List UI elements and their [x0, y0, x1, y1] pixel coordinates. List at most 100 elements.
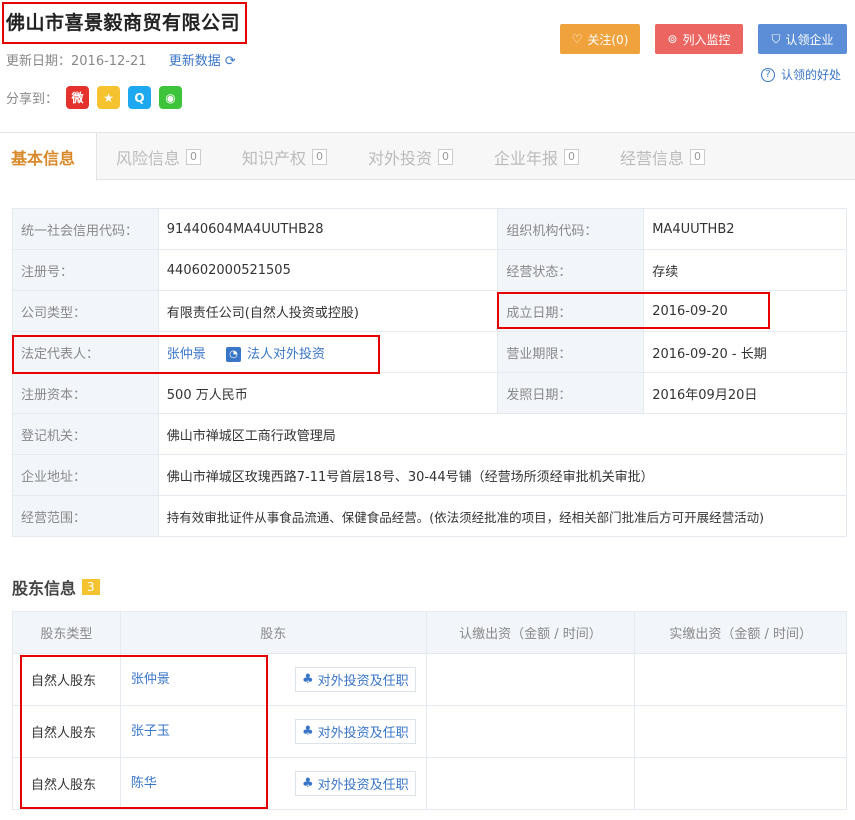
tab-label: 企业年报: [494, 148, 559, 168]
invest-button-label: 对外投资及任职: [317, 674, 409, 689]
founded-value: 2016-09-20: [643, 290, 847, 332]
paid-cell: [634, 757, 847, 810]
invest-position-button[interactable]: ♣ 对外投资及任职: [295, 667, 416, 692]
reg-no-value: 440602000521505: [157, 249, 499, 291]
invest-button-label: 对外投资及任职: [317, 778, 409, 793]
tab-count: 0: [690, 148, 706, 165]
authority-value: 佛山市禅城区工商行政管理局: [157, 413, 848, 455]
monitor-button[interactable]: ⊚ 列入监控: [655, 24, 743, 54]
company-name: 佛山市喜景毅商贸有限公司: [6, 12, 241, 34]
shareholder-type: 自然人股东: [12, 653, 121, 706]
share-label: 分享到：: [6, 92, 59, 107]
share-row: 分享到： 微 ★ Q ◉: [6, 86, 183, 109]
wechat-icon[interactable]: ◉: [159, 86, 183, 109]
update-row: 更新日期：2016-12-21 更新数据 ⟳: [6, 50, 236, 69]
col-header-paid: 实缴出资（金额 / 时间）: [634, 611, 847, 654]
tab-label: 风险信息: [116, 148, 181, 168]
refresh-button[interactable]: 更新数据 ⟳: [169, 54, 236, 69]
claim-button[interactable]: ⛉ 认领企业: [758, 24, 847, 54]
credit-code-label: 统一社会信用代码：: [12, 208, 159, 250]
monitor-label: 列入监控: [682, 32, 731, 47]
refresh-label: 更新数据: [168, 54, 221, 69]
weibo-icon[interactable]: 微: [66, 86, 90, 109]
subscribed-cell: [425, 757, 636, 810]
capital-label: 注册资本：: [12, 372, 159, 414]
address-value: 佛山市禅城区玫瑰西路7-11号首层18号、30-44号铺（经营场所须经审批机关审…: [157, 454, 848, 496]
scope-label: 经营范围：: [12, 495, 159, 537]
invest-position-button[interactable]: ♣ 对外投资及任职: [295, 719, 416, 744]
legal-invest-link[interactable]: ◔ 法人对外投资: [225, 346, 325, 362]
status-value: 存续: [643, 249, 847, 291]
founded-label: 成立日期：: [497, 290, 645, 332]
legal-rep-link[interactable]: 张仲景: [167, 347, 206, 362]
shareholder-cell: 张仲景 ♣ 对外投资及任职: [119, 653, 427, 706]
subscribed-cell: [425, 705, 636, 758]
basic-info-table: 统一社会信用代码： 91440604MA4UUTHB28 组织机构代码： MA4…: [12, 208, 848, 537]
table-row: 自然人股东 张子玉 ♣ 对外投资及任职: [12, 705, 847, 758]
term-value: 2016-09-20 - 长期: [643, 331, 847, 373]
issue-date-label: 发照日期：: [497, 372, 645, 414]
legal-rep-label: 法定代表人：: [12, 331, 159, 373]
table-row: 企业地址： 佛山市禅城区玫瑰西路7-11号首层18号、30-44号铺（经营场所须…: [12, 454, 848, 496]
tab-count: 0: [186, 148, 202, 165]
table-row: 登记机关： 佛山市禅城区工商行政管理局: [12, 413, 848, 455]
table-row: 注册资本： 500 万人民币 发照日期： 2016年09月20日: [12, 372, 847, 414]
update-label: 更新日期：: [6, 54, 72, 69]
follow-button[interactable]: ♡ 关注(0): [560, 24, 640, 54]
qq-icon[interactable]: Q: [128, 86, 152, 109]
col-header-shareholder: 股东: [119, 611, 427, 654]
company-type-label: 公司类型：: [12, 290, 159, 332]
authority-label: 登记机关：: [12, 413, 159, 455]
tab-annual-report[interactable]: 企业年报 0: [494, 133, 580, 180]
org-tree-icon: ♣: [302, 724, 314, 739]
tab-label: 基本信息: [11, 149, 76, 168]
tab-basic-info[interactable]: 基本信息: [0, 133, 97, 181]
shareholder-name-link[interactable]: 张子玉: [131, 720, 291, 739]
qzone-star-icon[interactable]: ★: [97, 86, 121, 109]
tab-bar: 基本信息 风险信息 0 知识产权 0 对外投资 0 企业年报 0 经营信息 0: [0, 132, 855, 181]
table-header-row: 股东类型 股东 认缴出资（金额 / 时间） 实缴出资（金额 / 时间）: [12, 611, 847, 654]
company-type-value: 有限责任公司(自然人投资或控股): [157, 290, 499, 332]
table-row: 公司类型： 有限责任公司(自然人投资或控股) 成立日期： 2016-09-20: [12, 290, 847, 332]
table-row: 自然人股东 陈华 ♣ 对外投资及任职: [12, 757, 847, 810]
reg-no-label: 注册号：: [12, 249, 159, 291]
invest-button-label: 对外投资及任职: [317, 726, 409, 741]
shield-icon: ⛉: [771, 31, 781, 46]
org-tree-icon: ♣: [302, 672, 314, 687]
scope-value: 持有效审批证件从事食品流通、保健食品经营。(依法须经批准的项目，经相关部门批准后…: [157, 495, 848, 537]
tab-operation-info[interactable]: 经营信息 0: [620, 133, 706, 180]
question-icon: ?: [761, 67, 775, 82]
col-header-subscribed: 认缴出资（金额 / 时间）: [425, 611, 636, 654]
update-date: 2016-12-21: [71, 54, 147, 69]
shareholders-count-badge: 3: [82, 579, 100, 595]
credit-code-value: 91440604MA4UUTHB28: [157, 208, 499, 250]
shareholder-cell: 陈华 ♣ 对外投资及任职: [119, 757, 427, 810]
status-label: 经营状态：: [497, 249, 645, 291]
claim-benefit-link[interactable]: ? 认领的好处: [761, 66, 841, 83]
subscribed-cell: [425, 653, 636, 706]
investment-icon: ◔: [225, 346, 241, 362]
paid-cell: [634, 653, 847, 706]
address-label: 企业地址：: [12, 454, 159, 496]
tab-ip[interactable]: 知识产权 0: [242, 133, 328, 180]
shareholders-table: 股东类型 股东 认缴出资（金额 / 时间） 实缴出资（金额 / 时间） 自然人股…: [12, 611, 847, 810]
table-row: 注册号： 440602000521505 经营状态： 存续: [12, 249, 847, 291]
heart-icon: ♡: [571, 32, 583, 46]
monitor-pin-icon: ⊚: [667, 32, 678, 46]
shareholder-type: 自然人股东: [12, 705, 121, 758]
shareholder-name-link[interactable]: 张仲景: [131, 668, 291, 687]
benefit-label: 认领的好处: [781, 68, 842, 82]
invest-position-button[interactable]: ♣ 对外投资及任职: [295, 771, 416, 796]
legal-rep-cell: 张仲景 ◔ 法人对外投资: [157, 331, 499, 373]
tab-risk-info[interactable]: 风险信息 0: [116, 133, 202, 180]
col-header-type: 股东类型: [12, 611, 121, 654]
paid-cell: [634, 705, 847, 758]
tab-label: 对外投资: [368, 148, 433, 168]
tab-label: 知识产权: [242, 148, 307, 168]
shareholder-name-link[interactable]: 陈华: [131, 772, 291, 791]
shareholder-cell: 张子玉 ♣ 对外投资及任职: [119, 705, 427, 758]
tab-count: 0: [438, 148, 454, 165]
shareholders-title-text: 股东信息: [12, 579, 77, 598]
claim-label: 认领企业: [785, 32, 834, 47]
tab-investment[interactable]: 对外投资 0: [368, 133, 454, 180]
